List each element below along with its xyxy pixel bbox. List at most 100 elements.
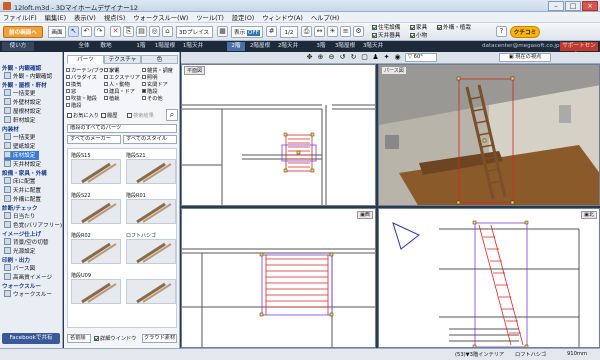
tab-floor-3[interactable]: 3階 [312, 42, 330, 51]
nav-item[interactable]: 床材設定 [4, 151, 40, 160]
menu-walkthrough[interactable]: ウォークスルー(W) [130, 12, 191, 23]
part-item[interactable]: 階段U09 [71, 272, 121, 304]
radio-search-results[interactable] [127, 113, 132, 118]
nav-item[interactable]: 一括変更 [4, 133, 35, 142]
checkbox-box[interactable] [66, 103, 70, 107]
zoom-out-icon[interactable]: ⊖ [327, 53, 336, 62]
part-item[interactable]: ロフトハシゴ [126, 232, 176, 264]
check-small-items[interactable]: 小物 [410, 32, 427, 40]
checkbox-box[interactable] [142, 68, 146, 72]
nav-item[interactable]: 天井に配置 [4, 186, 41, 195]
nav-item[interactable]: 軒材設定 [4, 116, 35, 125]
settings-icon[interactable]: ⚙ [353, 26, 364, 37]
category-checkbox[interactable]: 玄関ドア [142, 81, 168, 88]
view-direction-toggle[interactable]: ▣西 [357, 211, 373, 219]
checkbox-box[interactable] [142, 75, 146, 79]
usage-button[interactable]: 使い方 [2, 42, 34, 51]
search-icon[interactable]: ⌕ [166, 109, 178, 121]
detail-window-toggle[interactable]: 詳細ウインドウ [94, 335, 136, 342]
part-item[interactable]: 階段S22 [71, 192, 121, 224]
menu-file[interactable]: ファイル(F) [0, 12, 40, 23]
close-button[interactable]: × [582, 1, 598, 11]
category-checkbox[interactable]: 換気 [66, 81, 81, 88]
menu-view[interactable]: 表示(V) [71, 12, 99, 23]
rotate-left-icon[interactable]: ↺ [338, 53, 347, 62]
tab-floor-2-roof[interactable]: 2階屋根 [247, 42, 273, 51]
tab-floor-2-ceiling[interactable]: 2階天井 [275, 42, 301, 51]
view-mode-select[interactable]: 画面 [48, 26, 66, 38]
category-checkbox[interactable]: 階段 [142, 88, 157, 95]
tab-floor-1-roof[interactable]: 1階屋根 [152, 42, 178, 51]
checkbox-box[interactable] [66, 82, 70, 86]
camera-icon[interactable]: ⌂ [162, 26, 173, 37]
tab-texture[interactable]: テクスチャ [104, 55, 141, 64]
filter-style-select[interactable]: すべてのスタイル [123, 135, 177, 144]
check-exterior-planting[interactable]: 外構・植栽 [437, 24, 471, 32]
checkbox-box[interactable] [142, 96, 146, 100]
measure-icon[interactable]: ↔ [314, 26, 325, 37]
category-checkbox[interactable]: エクステリア [104, 74, 140, 81]
part-item[interactable]: 階段S21 [126, 152, 176, 184]
select-arrow-icon[interactable]: ↖ [68, 26, 79, 37]
check-residence-info[interactable]: 住宅設備 [372, 24, 400, 32]
check-furniture[interactable]: 家具 [410, 24, 427, 32]
light-source-icon[interactable]: ✦ [382, 53, 391, 62]
light-icon[interactable]: ☀ [327, 26, 338, 37]
menu-window[interactable]: ウィンドウ(A) [259, 12, 306, 23]
category-checkbox[interactable]: 照明 [142, 74, 157, 81]
zoom-icon[interactable]: ◎ [149, 26, 160, 37]
part-item[interactable]: 階段S15 [71, 152, 121, 184]
radio-favorites[interactable] [67, 113, 72, 118]
pan-icon[interactable]: ✥ [305, 53, 314, 62]
elevation-view-right[interactable]: ▣北 [378, 208, 600, 348]
scale-select[interactable]: 1/2 [280, 26, 298, 38]
radio-history[interactable] [101, 113, 106, 118]
nav-item[interactable]: 一括変更 [4, 89, 35, 98]
nav-item[interactable]: 外観・内観確認 [4, 72, 52, 81]
checkbox-box[interactable] [66, 96, 70, 100]
filter-maker-select[interactable]: すべてのメーカー [67, 135, 121, 144]
plan-view[interactable]: 平面図 [181, 64, 376, 206]
checkbox-detail-window[interactable] [94, 336, 99, 341]
paste-icon[interactable]: ▤ [136, 26, 147, 37]
nav-item[interactable]: パース図 [4, 264, 35, 273]
grid-icon[interactable]: # [266, 26, 277, 37]
camera-view-icon[interactable]: ◉ [393, 53, 402, 62]
perspective-view[interactable]: パース図 [378, 64, 600, 206]
checkbox-box[interactable] [66, 89, 70, 93]
view-direction-toggle-right[interactable]: ▣北 [581, 211, 597, 219]
tab-color[interactable]: 色 [141, 55, 178, 64]
category-checkbox[interactable]: 雑貨・調度 [142, 67, 173, 74]
category-checkbox[interactable]: 階段 [66, 102, 81, 109]
checkbox-box[interactable] [104, 75, 108, 79]
tab-floor-1-ceiling[interactable]: 1階天井 [180, 42, 206, 51]
checkbox-box[interactable] [142, 82, 146, 86]
redo-icon[interactable]: ↷ [94, 26, 105, 37]
nav-item[interactable]: 壁紙設定 [4, 142, 35, 151]
nav-item[interactable]: 光源設定 [4, 247, 35, 256]
checkbox-box[interactable] [66, 68, 70, 72]
checkbox-box[interactable] [104, 96, 108, 100]
current-viewpoint-button[interactable]: ▣ 現在の視点 [499, 53, 551, 62]
fov-select[interactable]: ▽ 60° [405, 53, 437, 62]
tab-site[interactable]: 敷地 [97, 42, 115, 51]
category-checkbox[interactable]: 人・動物 [104, 81, 130, 88]
layout-icon[interactable]: ▦ [217, 26, 228, 37]
tab-floor-3-ceiling[interactable]: 3階天井 [360, 42, 386, 51]
link-search-results[interactable]: 検索結果 [127, 112, 154, 119]
link-favorites[interactable]: お気に入り [67, 112, 99, 119]
copy-icon[interactable]: ⎘ [123, 26, 134, 37]
nav-item[interactable]: 日当たり [4, 212, 35, 221]
checkbox-residence-info[interactable] [372, 25, 377, 30]
menu-settings[interactable]: 設定(O) [229, 12, 257, 23]
checkbox-box[interactable] [104, 68, 108, 72]
link-history[interactable]: 履歴 [101, 112, 117, 119]
facebook-share-button[interactable]: Facebookで共有 [2, 333, 60, 344]
undo-icon[interactable]: ↶ [81, 26, 92, 37]
tab-floor-1[interactable]: 1階 [132, 42, 150, 51]
category-checkbox[interactable]: 建具・ドア [104, 88, 135, 95]
delete-icon[interactable]: ✕ [110, 26, 121, 37]
tab-floor-2[interactable]: 2階 [227, 42, 245, 51]
menu-viewpoint[interactable]: 視点(S) [101, 12, 129, 23]
display-toggle[interactable]: 表示 OFF [231, 26, 263, 38]
